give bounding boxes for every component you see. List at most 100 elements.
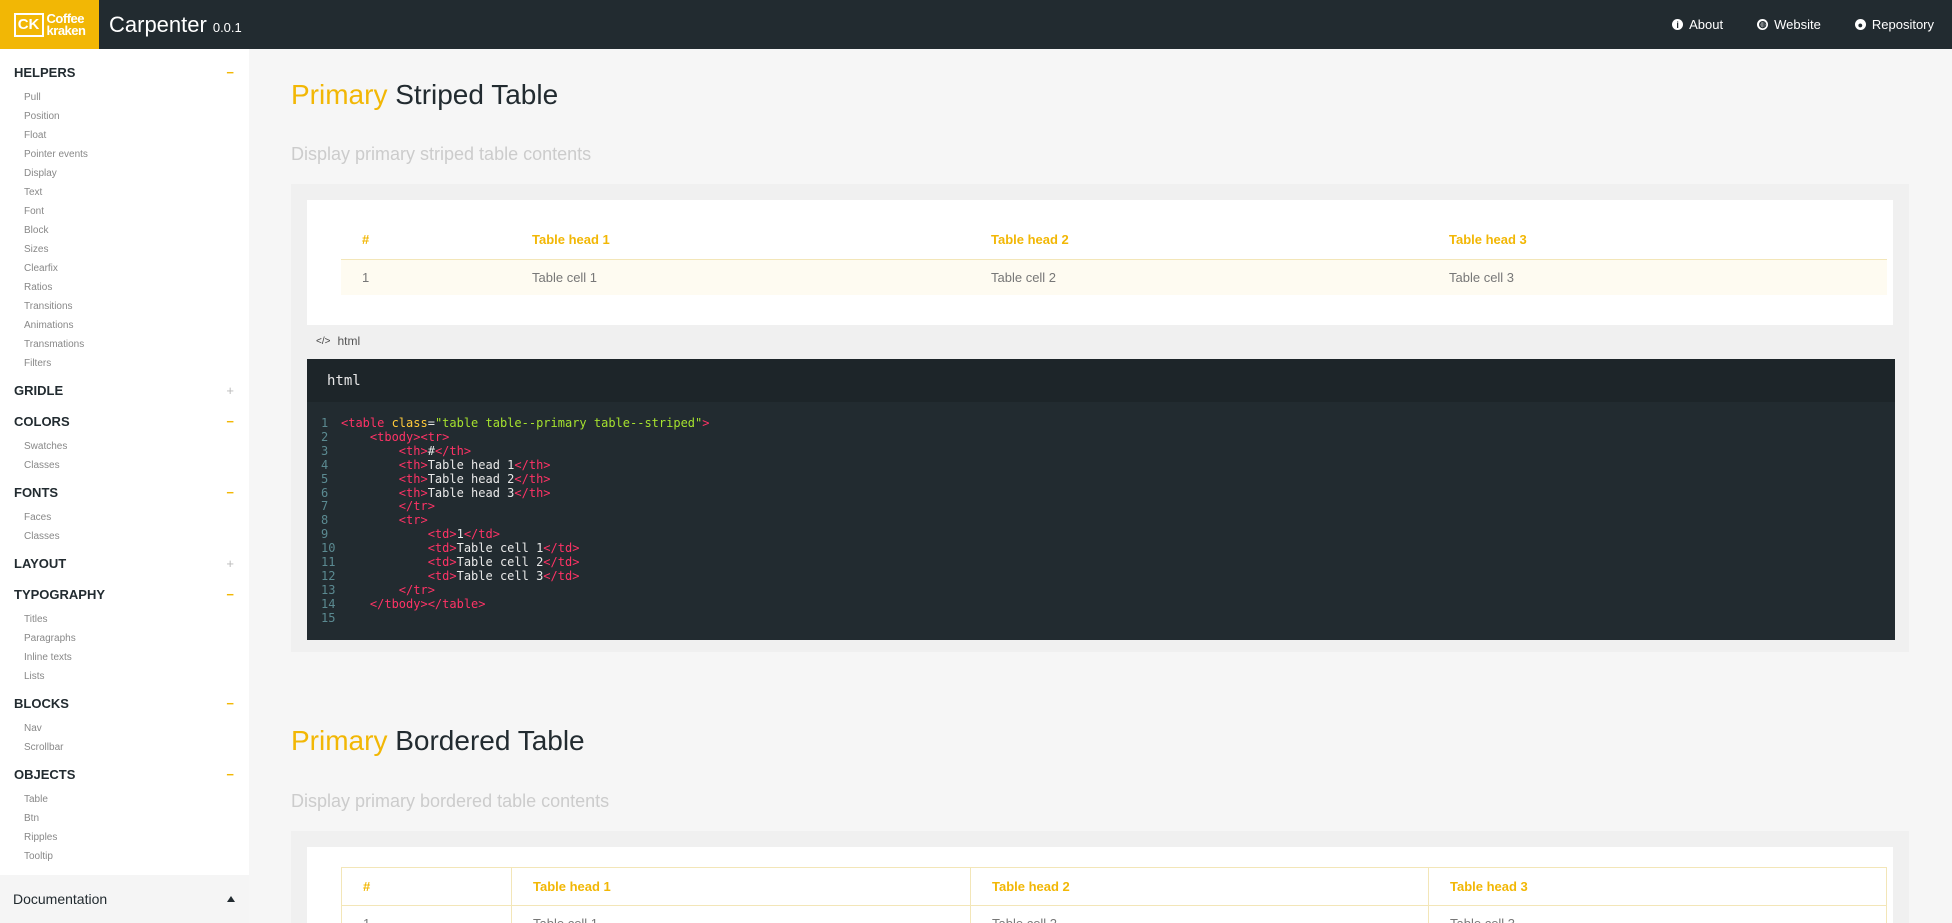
section2-subtitle: Display primary bordered table contents [291,791,610,811]
sidebar-section-header[interactable]: HELPERS − [0,57,249,88]
top-bar: CK Coffee kraken Carpenter 0.0.1 i About… [0,0,1952,49]
section1-table-preview: # Table head 1 Table head 2 Table head 3… [307,200,1893,325]
top-nav: i About ◍ Website ● Repository [1638,17,1934,32]
code-tab-html[interactable]: </> html [316,334,360,348]
collapse-icon[interactable]: − [226,696,234,711]
logo-line2: kraken [46,22,86,38]
code-line: 10 <td> Table cell 1 </td> [321,541,580,556]
code-line: 2 <tbody><tr> [321,429,450,444]
sidebar-item[interactable]: Classes [0,527,249,546]
section1-subtitle: Display primary striped table contents [291,144,592,164]
sidebar-item[interactable]: Text [0,183,249,202]
collapse-icon[interactable]: − [226,485,234,500]
sidebar-section-title: BLOCKS [14,696,69,711]
sidebar-item[interactable]: Filters [0,354,249,373]
sidebar-item[interactable]: Animations [0,316,249,335]
sidebar-item[interactable]: Classes [0,456,249,475]
sidebar-item[interactable]: Clearfix [0,259,249,278]
sidebar-item[interactable]: Btn [0,809,249,828]
sidebar-section-header[interactable]: LAYOUT + [0,548,249,579]
section2-title: Primary Bordered Table [291,725,585,756]
sidebar-section-layout: LAYOUT + [0,548,249,579]
sidebar-item[interactable]: Block [0,221,249,240]
code-line: 15 [321,611,1895,626]
globe-icon: ◍ [1757,19,1769,30]
sidebar-item[interactable]: Swatches [0,437,249,456]
code-line: 5 <th> Table head 2 </th> [321,471,551,486]
sidebar-section-typography: TYPOGRAPHY − Titles Paragraphs Inline texts L… [0,579,249,688]
code-line: 14 </tbody></table> [321,596,486,611]
sidebar-item[interactable]: Pull [0,88,249,107]
code-line: 8 <tr> [321,513,428,528]
sidebar-section-blocks: BLOCKS − Nav Scrollbar [0,688,249,759]
sidebar-item[interactable]: Transmations [0,335,249,354]
sidebar-item[interactable]: Font [0,202,249,221]
nav-repository[interactable]: ● Repository [1854,17,1934,32]
table-row: 1 Table cell 1 Table cell 2 Table cell 3 [341,905,1887,923]
striped-table: # Table head 1 Table head 2 Table head 3… [341,221,1887,295]
sidebar: HELPERS − Pull Position Float Pointer events D… [0,49,249,923]
sidebar-item[interactable]: Ripples [0,828,249,847]
code-line: 7 </tr> [321,499,435,514]
sidebar-section-header[interactable]: TYPOGRAPHY − [0,579,249,610]
sidebar-section-title: GRIDLE [14,383,64,398]
sidebar-section-title: TYPOGRAPHY [14,587,106,602]
code-icon: </> [316,335,331,347]
sidebar-item[interactable]: Inline texts [0,648,249,667]
app-title: Carpenter [109,11,207,37]
line-number: 5 [321,471,329,486]
code-line: 13 </tr> [321,582,435,597]
code-language-label: html [307,359,1895,402]
nav-website[interactable]: ◍ Website [1757,17,1821,32]
sidebar-item[interactable]: Faces [0,508,249,527]
code-line: 11 <td> Table cell 2 </td> [321,555,580,570]
line-number: 13 [321,582,336,597]
sidebar-section-header[interactable]: BLOCKS − [0,688,249,719]
sidebar-item[interactable]: Table [0,790,249,809]
main-content: Primary Striped Table Display primary st… [249,49,1952,923]
line-number: 6 [321,485,329,500]
logo[interactable]: CK Coffee kraken [0,0,99,49]
line-number: 12 [321,568,336,583]
line-number: 10 [321,541,336,556]
line-number: 3 [321,443,329,458]
collapse-icon[interactable]: − [226,414,234,429]
sidebar-item[interactable]: Tooltip [0,847,249,866]
sidebar-item[interactable]: Titles [0,610,249,629]
expand-icon[interactable]: + [226,556,234,571]
collapse-icon[interactable]: − [226,767,234,782]
expand-icon[interactable]: + [226,383,234,398]
sidebar-section-header[interactable]: FONTS − [0,477,249,508]
sidebar-section-header[interactable]: COLORS − [0,406,249,437]
sidebar-section-title: COLORS [14,414,70,429]
sidebar-item[interactable]: Position [0,107,249,126]
sidebar-item[interactable]: Ratios [0,278,249,297]
sidebar-item[interactable]: Scrollbar [0,738,249,757]
sidebar-section-title: FONTS [14,485,59,500]
table-header-row: # Table head 1 Table head 2 Table head 3 [341,221,1887,259]
section2-demo: # Table head 1 Table head 2 Table head 3… [291,831,1909,923]
sidebar-item[interactable]: Paragraphs [0,629,249,648]
sidebar-item[interactable]: Float [0,126,249,145]
code-line: 12 <td> Table cell 3 </td> [321,568,580,583]
documentation-toggle[interactable]: Documentation [0,875,249,923]
nav-about[interactable]: i About [1672,17,1723,32]
sidebar-section-header[interactable]: GRIDLE + [0,375,249,406]
collapse-icon[interactable]: − [226,587,234,602]
line-number: 1 [321,416,329,430]
sidebar-item[interactable]: Display [0,164,249,183]
sidebar-item[interactable]: Nav [0,719,249,738]
github-icon: ● [1854,19,1866,30]
sidebar-item[interactable]: Lists [0,667,249,686]
section2-table-preview: # Table head 1 Table head 2 Table head 3… [307,847,1893,923]
sidebar-item[interactable]: Transitions [0,297,249,316]
sidebar-item[interactable]: Sizes [0,240,249,259]
collapse-icon[interactable]: − [226,65,234,80]
sidebar-item[interactable]: Pointer events [0,145,249,164]
info-icon: i [1672,19,1684,30]
code-line: 6 <th> Table head 3 </th> [321,485,551,500]
sidebar-section-header[interactable]: OBJECTS − [0,759,249,790]
sidebar-section-title: HELPERS [14,65,76,80]
section1-title: Primary Striped Table [291,79,559,110]
code-line: 4 <th> Table head 1 </th> [321,457,551,472]
